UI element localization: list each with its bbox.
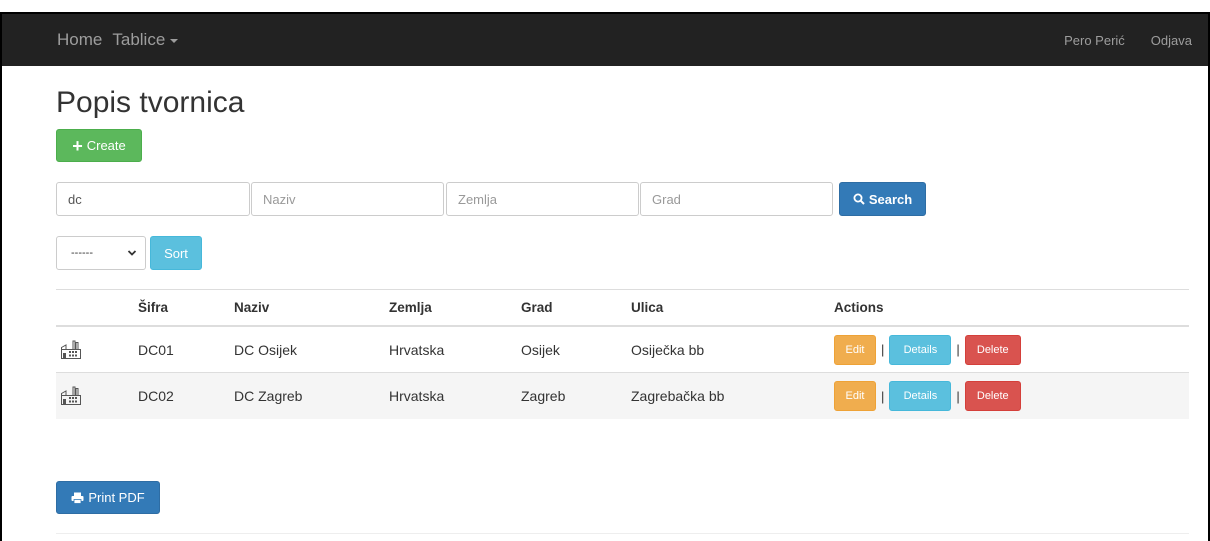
row-actions: Edit | Details | Delete <box>834 327 1021 372</box>
cell-ulica: Osiječka bb <box>631 341 705 358</box>
header-actions: Actions <box>834 300 884 315</box>
sort-button[interactable]: Sort <box>150 236 202 270</box>
print-pdf-button[interactable]: Print PDF <box>56 481 160 514</box>
grad-filter-input[interactable]: Grad <box>640 182 833 216</box>
page-title: Popis tvornica <box>56 86 245 119</box>
create-button-label: Create <box>86 138 126 153</box>
delete-button[interactable]: Delete <box>964 334 1021 365</box>
factory-icon <box>56 327 116 372</box>
naziv-filter-input[interactable]: Naziv <box>251 182 444 216</box>
cell-zemlja: Hrvatska <box>389 341 445 358</box>
nav-right: Pero Perić Odjava <box>1064 14 1208 66</box>
search-icon <box>853 193 865 205</box>
search-button-label: Search <box>868 191 913 207</box>
nav-logout-link[interactable]: Odjava <box>1151 33 1192 48</box>
edit-button[interactable]: Edit <box>834 381 876 411</box>
action-separator: | <box>881 388 885 404</box>
sifra-filter-input[interactable]: dc <box>56 182 250 216</box>
table-header-row: Šifra Naziv Zemlja Grad Ulica Actions <box>56 289 1189 327</box>
cell-zemlja: Hrvatska <box>389 388 445 404</box>
print-pdf-label: Print PDF <box>88 490 145 505</box>
nav-user-link[interactable]: Pero Perić <box>1064 33 1125 48</box>
caret-down-icon <box>170 38 179 43</box>
cell-sifra: DC02 <box>138 388 174 404</box>
cell-naziv: DC Osijek <box>234 341 298 358</box>
header-grad[interactable]: Grad <box>521 290 553 325</box>
cell-grad: Osijek <box>521 341 560 358</box>
action-separator: | <box>956 342 960 357</box>
chevron-down-icon <box>127 250 137 256</box>
zemlja-filter-input[interactable]: Zemlja <box>446 182 639 216</box>
table-row: DC02 DC Zagreb Hrvatska Zagreb Zagrebačk… <box>56 373 1189 419</box>
nav-tables-dropdown[interactable]: Tablice <box>112 30 179 50</box>
action-separator: | <box>881 342 885 357</box>
cell-sifra: DC01 <box>138 341 174 358</box>
search-button[interactable]: Search <box>839 182 926 216</box>
navbar: Home Tablice Pero Perić Odjava <box>2 14 1208 66</box>
details-button[interactable]: Details <box>889 381 952 411</box>
nav-tables-label: Tablice <box>112 30 166 49</box>
footer-divider <box>56 533 1189 534</box>
nav-home-link[interactable]: Home <box>57 30 102 50</box>
cell-naziv: DC Zagreb <box>234 388 303 404</box>
cell-grad: Zagreb <box>521 388 566 404</box>
header-sifra[interactable]: Šifra <box>138 290 168 325</box>
printer-icon <box>71 492 84 504</box>
nav-left: Home Tablice <box>57 14 179 66</box>
cell-ulica: Zagrebačka bb <box>631 388 725 404</box>
details-button[interactable]: Details <box>889 334 952 365</box>
plus-icon: + <box>72 135 83 156</box>
create-button[interactable]: + Create <box>56 129 142 162</box>
header-zemlja[interactable]: Zemlja <box>389 290 432 325</box>
row-actions: Edit | Details | Delete <box>834 373 1021 419</box>
header-ulica[interactable]: Ulica <box>631 290 663 325</box>
delete-button[interactable]: Delete <box>964 381 1021 411</box>
action-separator: | <box>956 388 960 404</box>
table-row: DC01 DC Osijek Hrvatska Osijek Osiječka … <box>56 327 1189 373</box>
header-naziv[interactable]: Naziv <box>234 290 269 325</box>
sort-select-value: ------ <box>71 247 93 259</box>
sort-select[interactable]: ------ <box>56 236 146 270</box>
factory-icon <box>56 373 116 419</box>
edit-button[interactable]: Edit <box>834 334 876 365</box>
